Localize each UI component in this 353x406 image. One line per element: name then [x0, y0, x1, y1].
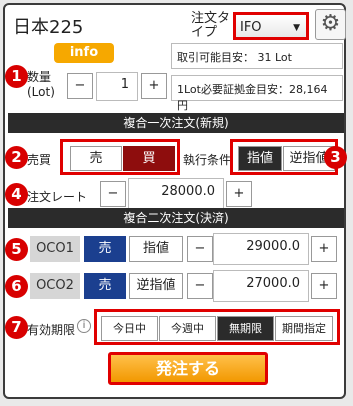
sell-button[interactable]: 売: [70, 146, 122, 171]
expiry-label: 有効期限: [27, 323, 76, 337]
quantity-plus-button[interactable]: +: [141, 73, 167, 99]
callout-7: 7: [5, 316, 28, 339]
oco1-minus-button[interactable]: −: [187, 236, 213, 262]
available-lots: 取引可能目安： 31 Lot: [171, 43, 343, 69]
limit-button[interactable]: 指値: [238, 146, 282, 171]
callout-2: 2: [5, 146, 28, 169]
rate-plus-button[interactable]: +: [226, 181, 252, 207]
oco1-side-button[interactable]: 売: [84, 236, 126, 262]
help-icon[interactable]: i: [77, 319, 91, 333]
oco2-price-input[interactable]: 27000.0: [213, 270, 309, 302]
margin-per-lot: 1Lot必要証拠金目安：28,164円: [171, 75, 343, 112]
rate-minus-button[interactable]: −: [100, 181, 126, 207]
oco1-label: OCO1: [30, 236, 80, 262]
rate-label: 注文レート: [27, 190, 88, 204]
side-label: 売買: [27, 153, 52, 167]
oco2-side-button[interactable]: 売: [84, 273, 126, 299]
instrument-title: 日本225: [13, 17, 84, 38]
oco2-type-button[interactable]: 逆指値: [129, 273, 183, 299]
submit-order-button[interactable]: 発注する: [108, 352, 268, 385]
quantity-input[interactable]: 1: [96, 72, 138, 101]
info-button[interactable]: info: [54, 43, 114, 63]
expiry-toggle: 今日中 今週中 無期限 期間指定: [94, 309, 340, 345]
callout-3: 3: [324, 146, 347, 169]
rate-input[interactable]: 28000.0: [128, 178, 224, 210]
callout-5: 5: [5, 238, 28, 261]
chevron-down-icon: ▼: [293, 23, 300, 33]
order-type-label: 注文タイプ: [191, 11, 231, 40]
oco1-plus-button[interactable]: +: [311, 236, 337, 262]
expiry-week-button[interactable]: 今週中: [159, 316, 216, 341]
quantity-minus-button[interactable]: −: [67, 73, 93, 99]
primary-section-header: 複合一次注文(新規): [8, 113, 344, 133]
callout-1: 1: [5, 65, 28, 88]
order-type-value: IFO: [240, 20, 262, 35]
expiry-today-button[interactable]: 今日中: [101, 316, 158, 341]
oco1-type-button[interactable]: 指値: [129, 236, 183, 262]
condition-toggle: 指値 逆指値: [230, 139, 338, 175]
callout-6: 6: [5, 275, 28, 298]
oco2-label: OCO2: [30, 273, 80, 299]
callout-4: 4: [5, 183, 28, 206]
expiry-period-button[interactable]: 期間指定: [275, 316, 333, 341]
gear-icon[interactable]: ⚙: [315, 9, 346, 40]
oco2-plus-button[interactable]: +: [311, 273, 337, 299]
secondary-section-header: 複合二次注文(決済): [8, 208, 344, 228]
expiry-indefinite-button[interactable]: 無期限: [217, 316, 274, 341]
order-type-select[interactable]: IFO ▼: [233, 12, 309, 40]
condition-label: 執行条件: [183, 153, 232, 167]
oco1-price-input[interactable]: 29000.0: [213, 233, 309, 265]
quantity-label: 数量(Lot): [27, 70, 55, 99]
buy-button[interactable]: 買: [123, 146, 175, 171]
oco2-minus-button[interactable]: −: [187, 273, 213, 299]
order-panel: 日本225 注文タイプ IFO ▼ ⚙ info 取引可能目安： 31 Lot 1…: [3, 3, 347, 399]
side-toggle: 売 買: [60, 139, 180, 175]
